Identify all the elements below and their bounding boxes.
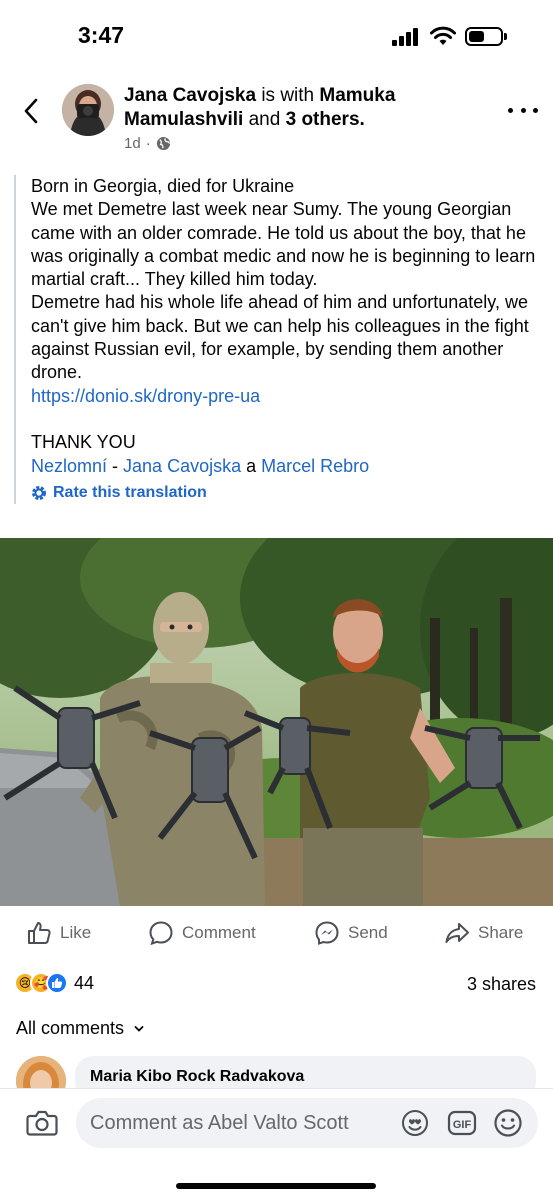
post-time[interactable]: 1d	[124, 135, 141, 152]
donation-link[interactable]: https://donio.sk/drony-pre-ua	[31, 385, 540, 408]
credit-link-jana[interactable]: Jana Cavojska	[123, 456, 241, 476]
camera-icon[interactable]	[26, 1108, 58, 1138]
send-button[interactable]: Send	[314, 910, 388, 956]
with-text: is with	[261, 85, 315, 106]
reaction-summary[interactable]: 😢 🥰 44	[14, 972, 94, 994]
post-action-bar: Like Comment Send Share	[0, 910, 553, 956]
credit-link-marcel[interactable]: Marcel Rebro	[261, 456, 369, 476]
tagged-others[interactable]: 3 others.	[286, 109, 365, 130]
credit-dash: -	[107, 455, 124, 476]
post-text: Born in Georgia, died for Ukraine We met…	[14, 175, 540, 505]
chevron-left-icon	[24, 98, 38, 124]
comment-bubble-icon	[149, 921, 173, 946]
soldiers-with-drones-image	[0, 538, 553, 906]
author-name[interactable]: Jana Cavojska	[124, 85, 256, 106]
share-label: Share	[478, 923, 524, 942]
comment-button[interactable]: Comment	[148, 910, 256, 956]
send-label: Send	[348, 923, 388, 942]
rate-translation-button[interactable]: Rate this translation	[31, 481, 540, 504]
avatar-sticker-icon[interactable]	[400, 1108, 430, 1138]
more-options-button[interactable]	[508, 100, 538, 120]
comments-filter-label: All comments	[16, 1018, 125, 1038]
more-dot-icon	[520, 107, 526, 113]
post-author-line: Jana Cavojska is with Mamuka Mamulashvil…	[124, 84, 484, 132]
status-bar: 3:47	[0, 0, 553, 72]
credits-line: Nezlomní - Jana Cavojska a Marcel Rebro	[31, 455, 540, 478]
battery-icon	[465, 27, 503, 46]
more-dot-icon	[533, 107, 538, 113]
post-paragraph: We met Demetre last week near Sumy. The …	[31, 199, 536, 290]
svg-text:GIF: GIF	[453, 1119, 472, 1131]
wifi-icon	[430, 26, 456, 45]
like-label: Like	[60, 923, 92, 942]
messenger-icon	[315, 921, 339, 945]
rate-translation-label: Rate this translation	[53, 483, 207, 501]
comments-filter-dropdown[interactable]: All comments	[16, 1018, 144, 1039]
thanks-text: THANK YOU	[31, 432, 136, 453]
post-photo[interactable]	[0, 538, 553, 906]
credit-and: a	[241, 455, 262, 476]
emoji-icon[interactable]	[493, 1108, 523, 1138]
back-button[interactable]	[16, 96, 46, 126]
comment-label: Comment	[182, 923, 256, 942]
like-button[interactable]: Like	[26, 910, 91, 956]
gear-icon	[32, 485, 46, 500]
post-line-title: Born in Georgia, died for Ukraine	[31, 176, 295, 196]
chevron-down-icon	[134, 1025, 144, 1032]
thumbs-up-icon	[28, 922, 51, 944]
post-meta: 1d ·	[124, 135, 171, 152]
author-avatar[interactable]	[62, 84, 114, 136]
share-arrow-icon	[445, 923, 469, 943]
globe-icon	[156, 136, 170, 151]
status-time: 3:47	[78, 22, 125, 48]
home-indicator[interactable]	[176, 1183, 376, 1189]
shares-count[interactable]: 3 shares	[467, 974, 536, 995]
signal-icon	[392, 28, 422, 46]
commenter-name[interactable]: Maria Kibo Rock Radvakova	[90, 1068, 304, 1085]
like-thumb-icon	[46, 972, 68, 994]
post-paragraph: Demetre had his whole life ahead of him …	[31, 292, 529, 383]
and-text: and	[248, 109, 281, 130]
credit-link-nezlomni[interactable]: Nezlomní	[31, 456, 107, 476]
more-dot-icon	[508, 107, 513, 113]
share-button[interactable]: Share	[444, 910, 523, 956]
reaction-count: 44	[74, 972, 95, 993]
battery-tip	[504, 33, 507, 40]
meta-separator: ·	[145, 135, 151, 152]
gif-icon[interactable]: GIF	[447, 1108, 477, 1138]
